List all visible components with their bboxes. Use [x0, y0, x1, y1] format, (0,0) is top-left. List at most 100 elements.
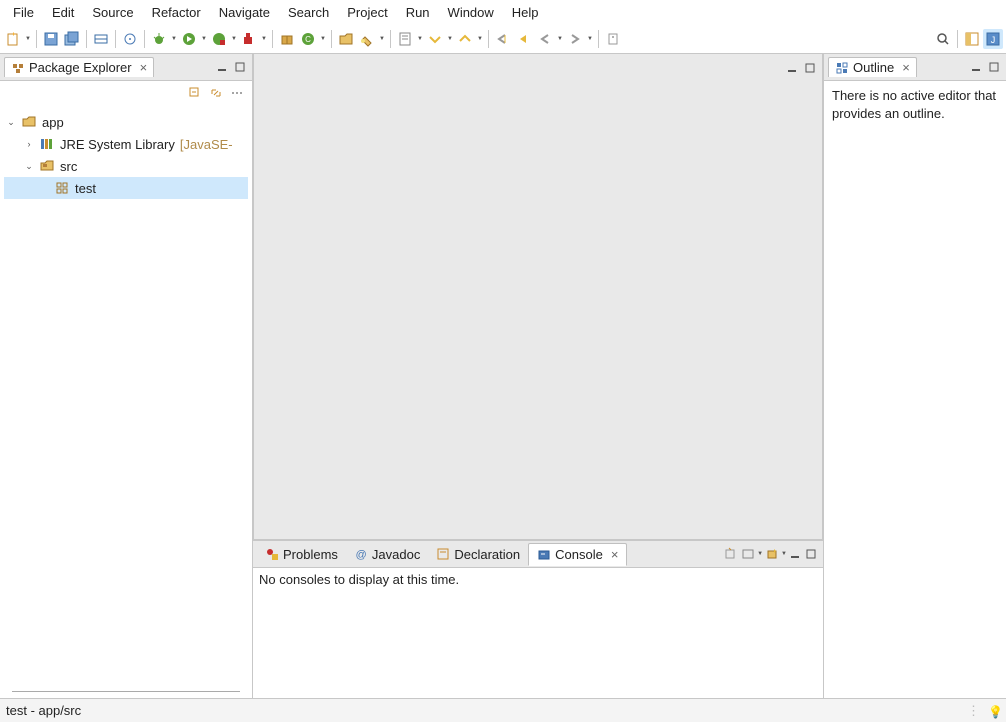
tree-project-row[interactable]: ⌄ app	[4, 111, 248, 133]
package-explorer-header: Package Explorer ×	[0, 54, 252, 81]
run-dropdown[interactable]: ▼	[200, 29, 208, 49]
pin-editor-button[interactable]	[603, 29, 623, 49]
menu-refactor[interactable]: Refactor	[143, 2, 210, 23]
tab-console-label: Console	[555, 547, 603, 562]
minimize-view-button[interactable]	[214, 59, 230, 75]
svg-text:C: C	[305, 35, 311, 44]
search-dropdown[interactable]: ▼	[378, 29, 386, 49]
toggle-markers-button[interactable]	[395, 29, 415, 49]
coverage-button[interactable]	[209, 29, 229, 49]
minimize-editor-button[interactable]	[784, 60, 800, 76]
toggle-breadcrumb-button[interactable]	[91, 29, 111, 49]
link-editor-button[interactable]	[207, 84, 225, 102]
run-button[interactable]	[179, 29, 199, 49]
menu-search[interactable]: Search	[279, 2, 338, 23]
tab-console[interactable]: Console ×	[528, 543, 627, 566]
expand-toggle-icon[interactable]: ⌄	[22, 161, 36, 172]
tip-icon[interactable]: 💡	[988, 705, 1000, 717]
open-console-button[interactable]	[763, 545, 781, 563]
maximize-editor-button[interactable]	[802, 60, 818, 76]
outline-message: There is no active editor that provides …	[832, 88, 996, 121]
console-icon	[537, 548, 551, 562]
forward-dropdown[interactable]: ▼	[586, 29, 594, 49]
close-icon[interactable]: ×	[140, 60, 148, 75]
project-folder-icon	[21, 114, 37, 130]
last-edit-button[interactable]	[493, 29, 513, 49]
debug-dropdown[interactable]: ▼	[170, 29, 178, 49]
toolbar-separator	[598, 30, 599, 48]
menu-help[interactable]: Help	[503, 2, 548, 23]
console-message: No consoles to display at this time.	[259, 572, 459, 587]
scroll-indicator	[12, 691, 240, 692]
outline-body: There is no active editor that provides …	[824, 81, 1006, 698]
source-folder-icon	[39, 158, 55, 174]
display-console-button[interactable]	[739, 545, 757, 563]
external-tools-button[interactable]	[239, 29, 259, 49]
coverage-dropdown[interactable]: ▼	[230, 29, 238, 49]
menu-source[interactable]: Source	[83, 2, 142, 23]
pin-console-button[interactable]	[721, 545, 739, 563]
main-toolbar: ▼ ▼ ▼ ▼ ▼ C ▼ ▼ ▼ ▼ ▼ ▼ ▼ J	[0, 25, 1006, 54]
new-package-button[interactable]	[277, 29, 297, 49]
outline-panel: Outline × There is no active editor that…	[823, 54, 1006, 698]
search-icon[interactable]	[933, 29, 953, 49]
tree-jre-row[interactable]: › JRE System Library [JavaSE-	[4, 133, 248, 155]
expand-toggle-icon[interactable]: ⌄	[4, 117, 18, 128]
new-button[interactable]	[3, 29, 23, 49]
back-dropdown[interactable]: ▼	[556, 29, 564, 49]
tab-javadoc[interactable]: @ Javadoc	[346, 544, 428, 565]
skip-breakpoints-button[interactable]	[120, 29, 140, 49]
toggle-markers-dropdown[interactable]: ▼	[416, 29, 424, 49]
package-tree[interactable]: ⌄ app › JRE System Library [JavaSE- ⌄ sr…	[0, 105, 252, 698]
collapse-all-button[interactable]	[186, 84, 204, 102]
new-dropdown[interactable]: ▼	[24, 29, 32, 49]
tab-problems[interactable]: Problems	[257, 544, 346, 565]
tree-package-row[interactable]: test	[4, 177, 248, 199]
prev-annotation-button[interactable]	[455, 29, 475, 49]
close-icon[interactable]: ×	[902, 60, 910, 75]
back-button[interactable]	[535, 29, 555, 49]
next-annotation-dropdown[interactable]: ▼	[446, 29, 454, 49]
declaration-icon	[436, 547, 450, 561]
new-class-button[interactable]: C	[298, 29, 318, 49]
status-bar: test - app/src ⋮ 💡	[0, 698, 1006, 722]
debug-button[interactable]	[149, 29, 169, 49]
menu-window[interactable]: Window	[439, 2, 503, 23]
menu-edit[interactable]: Edit	[43, 2, 83, 23]
expand-toggle-icon[interactable]: ›	[22, 139, 36, 149]
open-perspective-button[interactable]	[962, 29, 982, 49]
menu-navigate[interactable]: Navigate	[210, 2, 279, 23]
menu-file[interactable]: File	[4, 2, 43, 23]
back-history-button[interactable]	[514, 29, 534, 49]
view-menu-button[interactable]	[228, 84, 246, 102]
minimize-outline-button[interactable]	[968, 59, 984, 75]
editor-body[interactable]	[254, 81, 822, 539]
new-class-dropdown[interactable]: ▼	[319, 29, 327, 49]
maximize-outline-button[interactable]	[986, 59, 1002, 75]
prev-annotation-dropdown[interactable]: ▼	[476, 29, 484, 49]
save-all-button[interactable]	[62, 29, 82, 49]
package-node-icon	[54, 180, 70, 196]
menu-project[interactable]: Project	[338, 2, 396, 23]
minimize-console-button[interactable]	[787, 546, 803, 562]
search-button[interactable]	[357, 29, 377, 49]
maximize-view-button[interactable]	[232, 59, 248, 75]
tree-jre-suffix: [JavaSE-	[180, 137, 233, 152]
outline-tab[interactable]: Outline ×	[828, 57, 917, 77]
save-button[interactable]	[41, 29, 61, 49]
forward-button[interactable]	[565, 29, 585, 49]
package-explorer-tab[interactable]: Package Explorer ×	[4, 57, 154, 77]
close-icon[interactable]: ×	[611, 547, 619, 562]
next-annotation-button[interactable]	[425, 29, 445, 49]
open-type-button[interactable]	[336, 29, 356, 49]
tab-declaration[interactable]: Declaration	[428, 544, 528, 565]
java-perspective-button[interactable]: J	[983, 29, 1003, 49]
package-explorer-title: Package Explorer	[29, 60, 132, 75]
tree-src-row[interactable]: ⌄ src	[4, 155, 248, 177]
maximize-console-button[interactable]	[803, 546, 819, 562]
center-area: Problems @ Javadoc Declaration Console ×	[253, 54, 823, 698]
editor-area	[253, 54, 823, 540]
package-explorer-toolbar	[0, 81, 252, 105]
external-tools-dropdown[interactable]: ▼	[260, 29, 268, 49]
menu-run[interactable]: Run	[397, 2, 439, 23]
